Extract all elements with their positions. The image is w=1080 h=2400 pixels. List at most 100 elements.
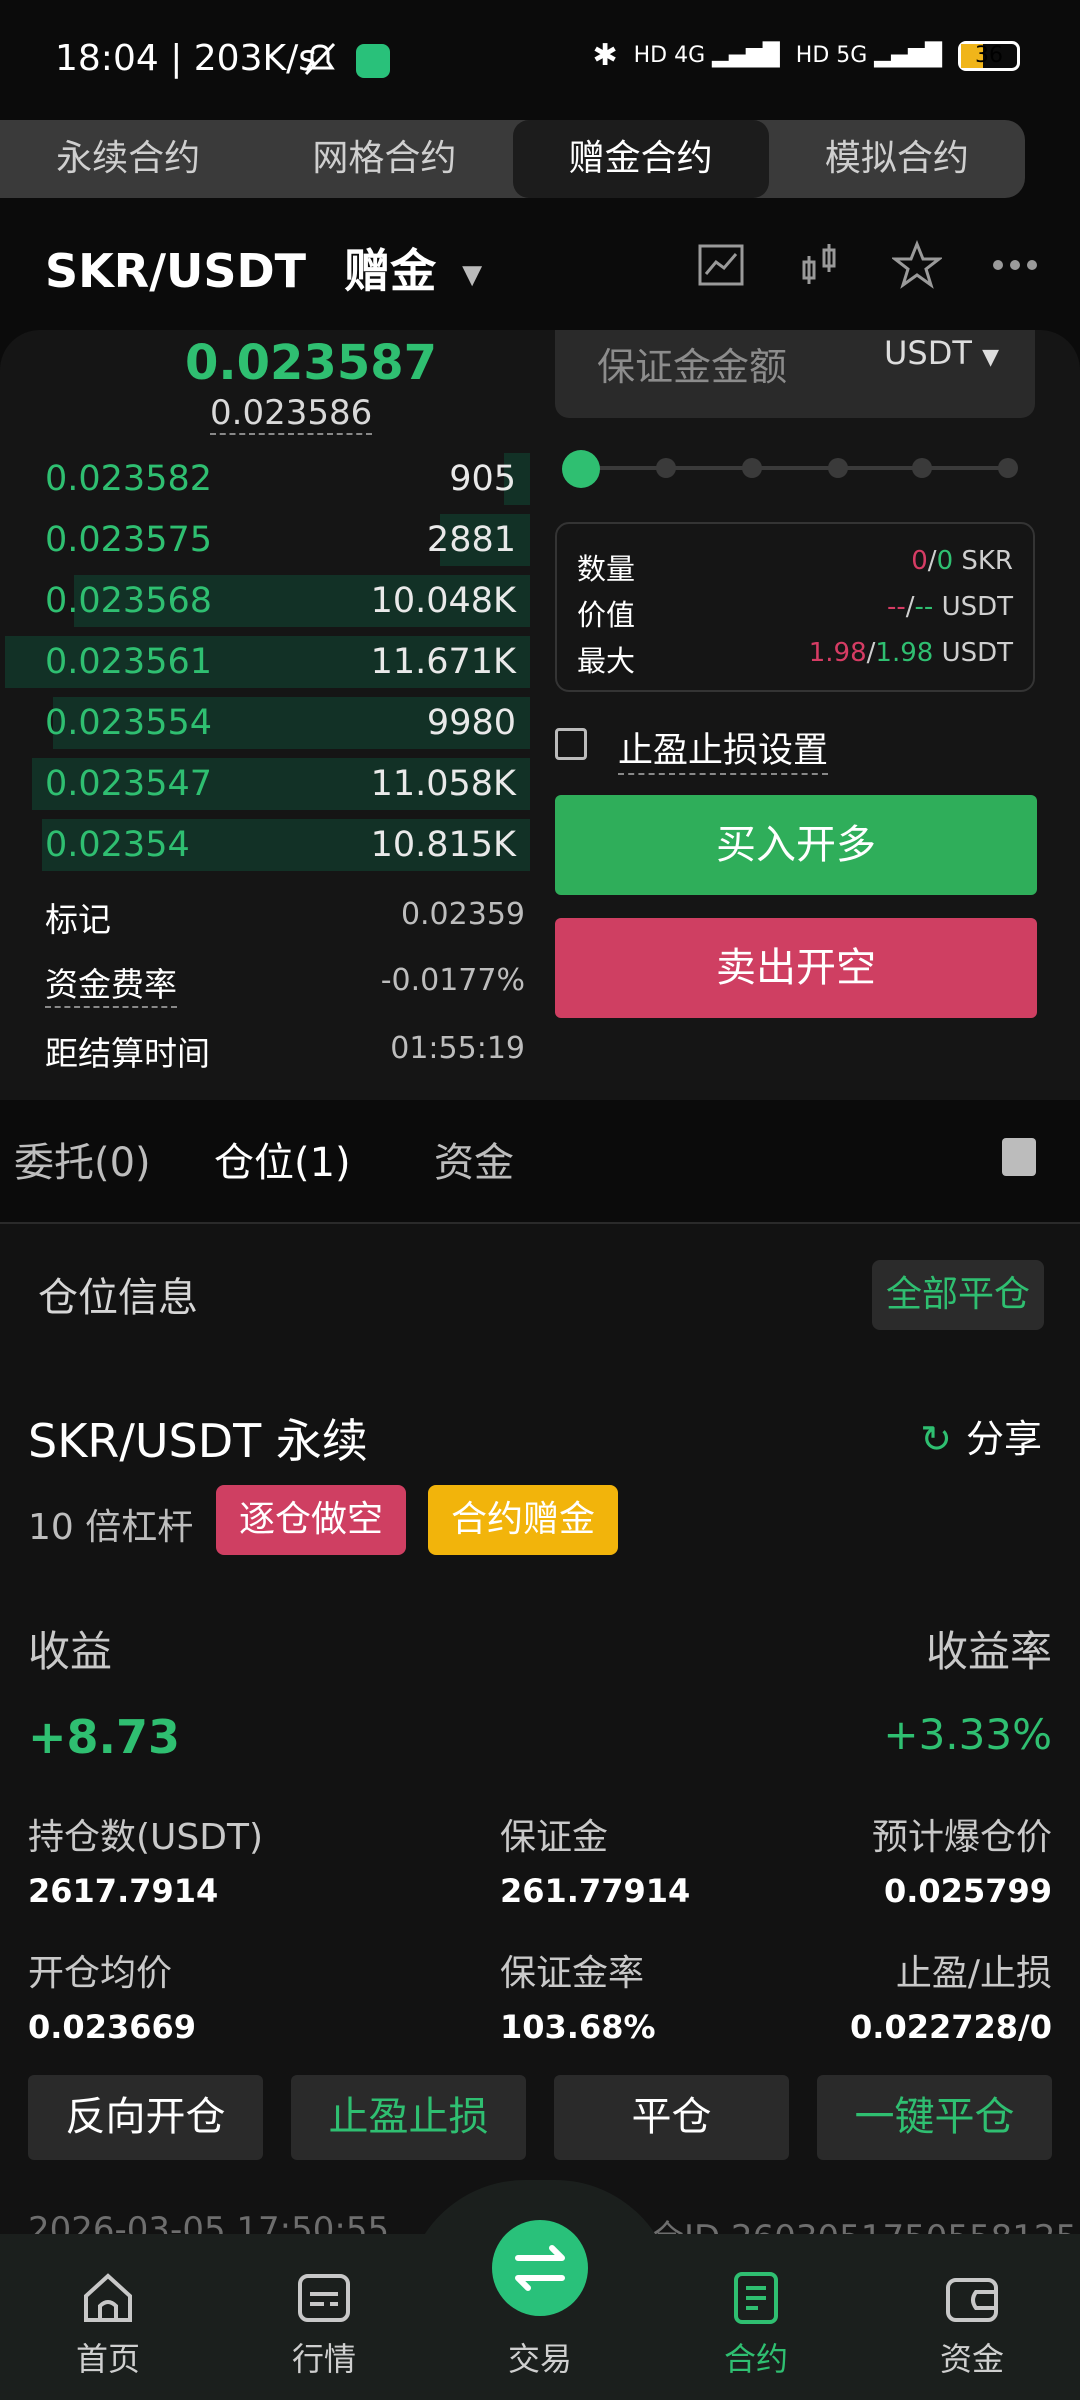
tpsl-settings-label[interactable]: 止盈止损设置 [618, 722, 829, 775]
orders-tabs: 委托(0) 仓位(1) 资金 [0, 1130, 1080, 1222]
slider-step[interactable] [742, 458, 762, 478]
reverse-button[interactable]: 反向开仓 [28, 2075, 263, 2160]
leverage-label: 10 倍杠杆 [28, 1507, 194, 1548]
close-position-button[interactable]: 平仓 [554, 2075, 789, 2160]
nav-assets[interactable]: 资金 [864, 2234, 1080, 2400]
qty-label: 数量 [577, 552, 636, 586]
margin-label: 保证金 [500, 1817, 609, 1858]
entry-price-value: 0.023669 [28, 2008, 197, 2046]
status-time: 18:04 | 203K/s [55, 38, 317, 79]
battery-icon: 36 [958, 40, 1020, 71]
funding-rate-value: -0.0177% [380, 963, 525, 998]
funding-rate-label[interactable]: 资金费率 [45, 958, 177, 1008]
more-icon[interactable] [990, 240, 1040, 290]
qty-value: 0/0 SKR [911, 546, 1013, 576]
value-value: --/-- USDT [887, 592, 1013, 622]
max-a: 1.98 [808, 638, 867, 668]
margin-placeholder: 保证金金额 [597, 345, 788, 389]
max-unit: USDT [941, 638, 1013, 668]
position-size-value: 2617.7914 [28, 1872, 219, 1910]
candlestick-icon[interactable] [794, 240, 844, 290]
order-summary: 数量 0/0 SKR 价值 --/-- USDT 最大 1.98/1.98 US… [555, 522, 1035, 692]
nav-assets-label: 资金 [939, 2340, 1004, 2378]
orderbook-row[interactable]: 0.023582 905 [0, 449, 530, 509]
header-actions [696, 240, 1040, 290]
pnl-value: +8.73 [28, 1710, 181, 1764]
bid-price: 0.023554 [45, 703, 213, 743]
swap-icon [515, 2245, 565, 2291]
orderbook-row[interactable]: 0.023575 2881 [0, 510, 530, 570]
mark-label: 标记 [45, 900, 111, 939]
bid-price: 0.023582 [45, 459, 213, 499]
max-label: 最大 [577, 644, 636, 678]
star-icon[interactable] [892, 240, 942, 290]
mark-value: 0.02359 [400, 897, 525, 932]
tab-assets[interactable]: 资金 [434, 1130, 514, 1188]
tab-perpetual[interactable]: 永续合约 [0, 120, 256, 198]
slider-handle[interactable] [562, 450, 600, 488]
slider-step[interactable] [828, 458, 848, 478]
bid-qty: 10.048K [370, 581, 516, 621]
market-icon [298, 2274, 350, 2322]
bid-qty: 905 [449, 459, 516, 499]
slider-step[interactable] [912, 458, 932, 478]
dropdown-caret-icon: ▼ [462, 259, 483, 290]
bid-qty: 2881 [426, 520, 516, 560]
buy-long-button[interactable]: 买入开多 [555, 795, 1037, 895]
nav-trade-label: 交易 [507, 2340, 572, 2378]
contract-icon [734, 2272, 778, 2324]
orderbook-row[interactable]: 0.02354 10.815K [0, 815, 530, 875]
bid-price: 0.023568 [45, 581, 213, 621]
leverage-slider-track[interactable] [580, 466, 1008, 470]
value-label: 价值 [577, 598, 636, 632]
margin-amount-input[interactable]: 保证金金额 USDT ▼ [555, 330, 1035, 418]
roe-value: +3.33% [883, 1710, 1052, 1759]
trade-button[interactable] [492, 2220, 588, 2316]
quick-close-button[interactable]: 一键平仓 [817, 2075, 1052, 2160]
tpsl-button[interactable]: 止盈止损 [291, 2075, 526, 2160]
tab-orders[interactable]: 委托(0) [14, 1130, 151, 1188]
qty-unit: SKR [961, 546, 1013, 576]
pair-symbol: SKR/USDT [45, 244, 307, 298]
slider-step[interactable] [998, 458, 1018, 478]
close-all-button[interactable]: 全部平仓 [872, 1260, 1044, 1330]
entry-price-label: 开仓均价 [28, 1953, 173, 1994]
records-icon[interactable] [1002, 1138, 1036, 1176]
tab-bonus[interactable]: 赠金合约 [512, 120, 769, 198]
settlement-countdown: 01:55:19 [390, 1031, 525, 1066]
position-symbol[interactable]: SKR/USDT 永续 [28, 1405, 368, 1471]
slider-step[interactable] [656, 458, 676, 478]
liq-price-label: 预计爆仓价 [871, 1817, 1052, 1858]
bid-qty: 11.058K [370, 764, 516, 804]
signal-4g-icon: HD 4G ▂▄▆█ [633, 43, 780, 68]
tab-demo[interactable]: 模拟合约 [769, 120, 1025, 198]
sell-short-button[interactable]: 卖出开空 [555, 918, 1037, 1018]
orderbook-row[interactable]: 0.023554 9980 [0, 693, 530, 753]
margin-ratio-label: 保证金率 [500, 1953, 645, 1994]
orderbook-row[interactable]: 0.023547 11.058K [0, 754, 530, 814]
nav-market[interactable]: 行情 [216, 2234, 432, 2400]
pair-selector[interactable]: SKR/USDT 赠金 ▼ [45, 235, 482, 301]
chart-icon[interactable] [696, 240, 746, 290]
qty-a: 0 [911, 546, 928, 576]
wallet-icon [946, 2278, 998, 2322]
pair-mode: 赠金 [344, 244, 437, 298]
nav-home-label: 首页 [75, 2340, 140, 2378]
tpsl-checkbox[interactable] [555, 728, 587, 760]
roe-label: 收益率 [925, 1627, 1052, 1676]
bid-price: 0.023547 [45, 764, 213, 804]
orderbook-row[interactable]: 0.023568 10.048K [0, 571, 530, 631]
tab-positions[interactable]: 仓位(1) [214, 1130, 351, 1188]
share-button[interactable]: ↻ 分享 [920, 1408, 1042, 1463]
tab-grid[interactable]: 网格合约 [256, 120, 512, 198]
share-label: 分享 [965, 1417, 1042, 1461]
dropdown-caret-icon: ▼ [982, 345, 999, 370]
qty-row: 数量 0/0 SKR [577, 546, 1013, 592]
app-notification-icon [356, 44, 390, 78]
nav-contract[interactable]: 合约 [648, 2234, 864, 2400]
orderbook-row[interactable]: 0.023561 11.671K [0, 632, 530, 692]
position-info-title: 仓位信息 [38, 1275, 198, 1321]
pnl-label: 收益 [28, 1627, 113, 1676]
nav-home[interactable]: 首页 [0, 2234, 216, 2400]
margin-unit-select[interactable]: USDT ▼ [884, 334, 999, 372]
